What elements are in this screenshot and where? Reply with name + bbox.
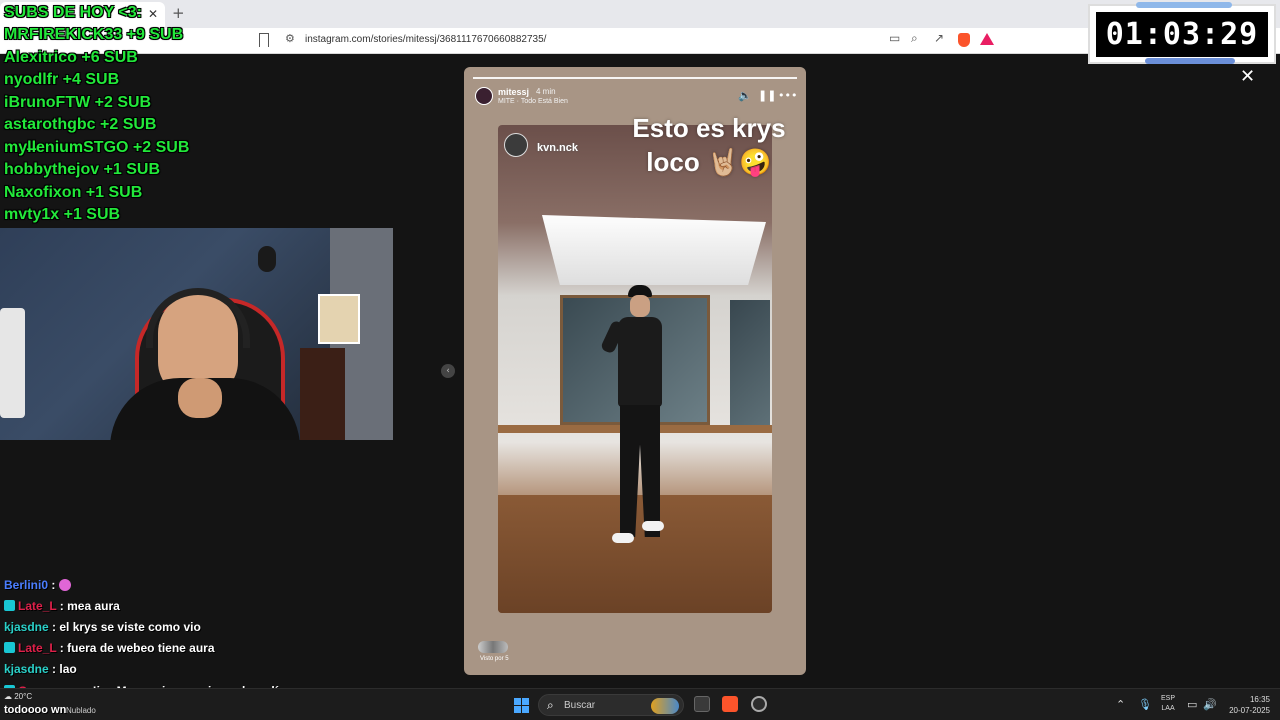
webcam-overlay xyxy=(0,228,393,440)
chat-message: Late_L : mea aura xyxy=(4,599,120,613)
new-tab-icon[interactable]: + xyxy=(172,4,185,22)
zoom-icon[interactable]: ⌕ xyxy=(911,31,918,46)
microphone-icon[interactable]: 🎙 xyxy=(1138,698,1152,711)
photo-ceiling-light xyxy=(542,215,766,285)
tray-chevron-icon[interactable]: ⌃ xyxy=(1116,698,1125,711)
emote-icon xyxy=(58,579,71,591)
timer-decoration xyxy=(1145,58,1235,64)
windows-start-icon[interactable] xyxy=(514,698,529,713)
brave-shield-icon[interactable] xyxy=(958,33,970,47)
story-music[interactable]: MITE · Todo Está Bien xyxy=(498,98,568,105)
weather-widget[interactable]: ☁ 20°C xyxy=(4,692,32,701)
chat-username: Berlini0 xyxy=(4,578,49,592)
mute-icon[interactable]: 🔈 xyxy=(738,89,752,102)
search-icon: ⌕ xyxy=(547,698,554,712)
chat-username: Late_L xyxy=(18,641,57,655)
weather-temp: 20°C xyxy=(14,692,33,701)
webcam-ac-unit xyxy=(0,308,25,418)
timer-decoration xyxy=(1136,2,1232,8)
brave-rewards-icon[interactable] xyxy=(980,33,994,45)
network-icon[interactable]: ▭ xyxy=(1187,698,1197,711)
chat-text: el krys se viste como vio xyxy=(59,620,201,634)
story-time: 4 min xyxy=(536,87,556,96)
chat-username: kjasdne xyxy=(4,662,49,676)
chat-text: lao xyxy=(59,662,77,676)
close-icon[interactable]: ✕ xyxy=(1240,66,1255,87)
app-icon[interactable] xyxy=(751,696,767,712)
taskbar: ☁ 20°C todoooo wn Nublado ⌕ Buscar ⌃ 🎙 E… xyxy=(0,688,1280,720)
search-placeholder: Buscar xyxy=(564,700,596,711)
volume-icon[interactable]: 🔊 xyxy=(1203,698,1217,711)
story-caption: Esto es krys loco 🤘🏼🤪 xyxy=(614,111,804,179)
previous-story-icon[interactable]: ‹ xyxy=(441,364,455,378)
sub-line: iBrunoFTW +2 SUB xyxy=(4,94,152,111)
language-indicator[interactable]: ESP LAA xyxy=(1161,694,1175,714)
viewers-count[interactable]: Visto por 5 xyxy=(480,656,509,662)
badge-icon xyxy=(4,600,15,611)
sub-line: myl̶leniumSTGO +2 SUB xyxy=(4,139,190,156)
search-highlight-icon xyxy=(651,698,679,714)
bookmark-icon[interactable] xyxy=(259,33,269,47)
chat-text: mea aura xyxy=(67,599,120,613)
timer-overlay: 01:03:29 xyxy=(1088,2,1276,64)
caption-line-1: Esto es krys xyxy=(632,113,786,143)
story-avatar[interactable] xyxy=(475,87,493,105)
sub-line: MRFIREKICK33 +9 SUB xyxy=(4,26,184,43)
screen: ✕ + ⚙ instagram.com/stories/mitessj/3681… xyxy=(0,0,1280,720)
webcam-lamp xyxy=(258,246,276,272)
sub-line: Naxofixon +1 SUB xyxy=(4,184,143,201)
chat-message: kjasdne : el krys se viste como vio xyxy=(4,620,201,634)
webcam-poster xyxy=(318,294,360,344)
site-settings-icon[interactable]: ⚙ xyxy=(285,32,295,45)
pause-icon[interactable]: ❚❚ xyxy=(758,89,776,102)
story-progress-bar xyxy=(473,77,797,79)
sub-line: nyodlfr +4 SUB xyxy=(4,71,120,88)
story-username[interactable]: mitessj xyxy=(498,87,529,97)
cast-icon[interactable]: ▭ xyxy=(889,31,900,45)
system-time: 16:35 xyxy=(1249,695,1270,704)
caption-line-2: loco 🤘🏼🤪 xyxy=(646,147,772,177)
photo-window-side xyxy=(730,300,770,425)
sub-line: hobbythejov +1 SUB xyxy=(4,161,161,178)
sub-line: Alexitrico +6 SUB xyxy=(4,49,138,66)
sub-line: mvty1x +1 SUB xyxy=(4,206,121,223)
chat-message: Berlini0 : xyxy=(4,578,71,592)
webcam-headset xyxy=(146,288,250,348)
chat-message: todoooo wn xyxy=(4,704,67,716)
task-view-icon[interactable] xyxy=(694,696,710,712)
chat-username: kjasdne xyxy=(4,620,49,634)
tab-close-icon[interactable]: ✕ xyxy=(148,7,158,21)
badge-icon xyxy=(4,642,15,653)
viewer-avatars[interactable] xyxy=(478,641,508,653)
lang-line-2: LAA xyxy=(1161,705,1175,712)
tagged-user-name[interactable]: kvn.nck xyxy=(537,142,578,154)
sub-line: astarothgbc +2 SUB xyxy=(4,116,157,133)
photo-person xyxy=(599,285,672,555)
story-photo xyxy=(498,125,772,613)
clock-date[interactable]: 16:35 20-07-2025 xyxy=(1226,694,1270,716)
webcam-shelf xyxy=(300,348,345,440)
chat-message: Late_L : fuera de webeo tiene aura xyxy=(4,641,215,655)
share-icon[interactable]: ↗ xyxy=(934,31,944,45)
webcam-streamer-hand xyxy=(178,378,222,418)
brave-app-icon[interactable] xyxy=(722,696,738,712)
sub-line: SUBS DE HOY <3: xyxy=(4,4,142,21)
tagged-user-avatar[interactable] xyxy=(504,133,528,157)
more-options-icon[interactable]: ••• xyxy=(778,89,797,102)
url-field[interactable]: instagram.com/stories/mitessj/3681117670… xyxy=(305,34,546,45)
taskbar-search[interactable]: ⌕ Buscar xyxy=(538,694,684,716)
chat-text: fuera de webeo tiene aura xyxy=(67,641,215,655)
system-date: 20-07-2025 xyxy=(1229,706,1270,715)
weather-desc: Nublado xyxy=(66,706,96,715)
chat-message: kjasdne : lao xyxy=(4,662,77,676)
story-viewer[interactable]: mitessj 4 min MITE · Todo Está Bien 🔈 ❚❚… xyxy=(464,67,806,675)
lang-line-1: ESP xyxy=(1161,695,1176,702)
chat-username: Late_L xyxy=(18,599,57,613)
timer-value: 01:03:29 xyxy=(1096,12,1268,57)
